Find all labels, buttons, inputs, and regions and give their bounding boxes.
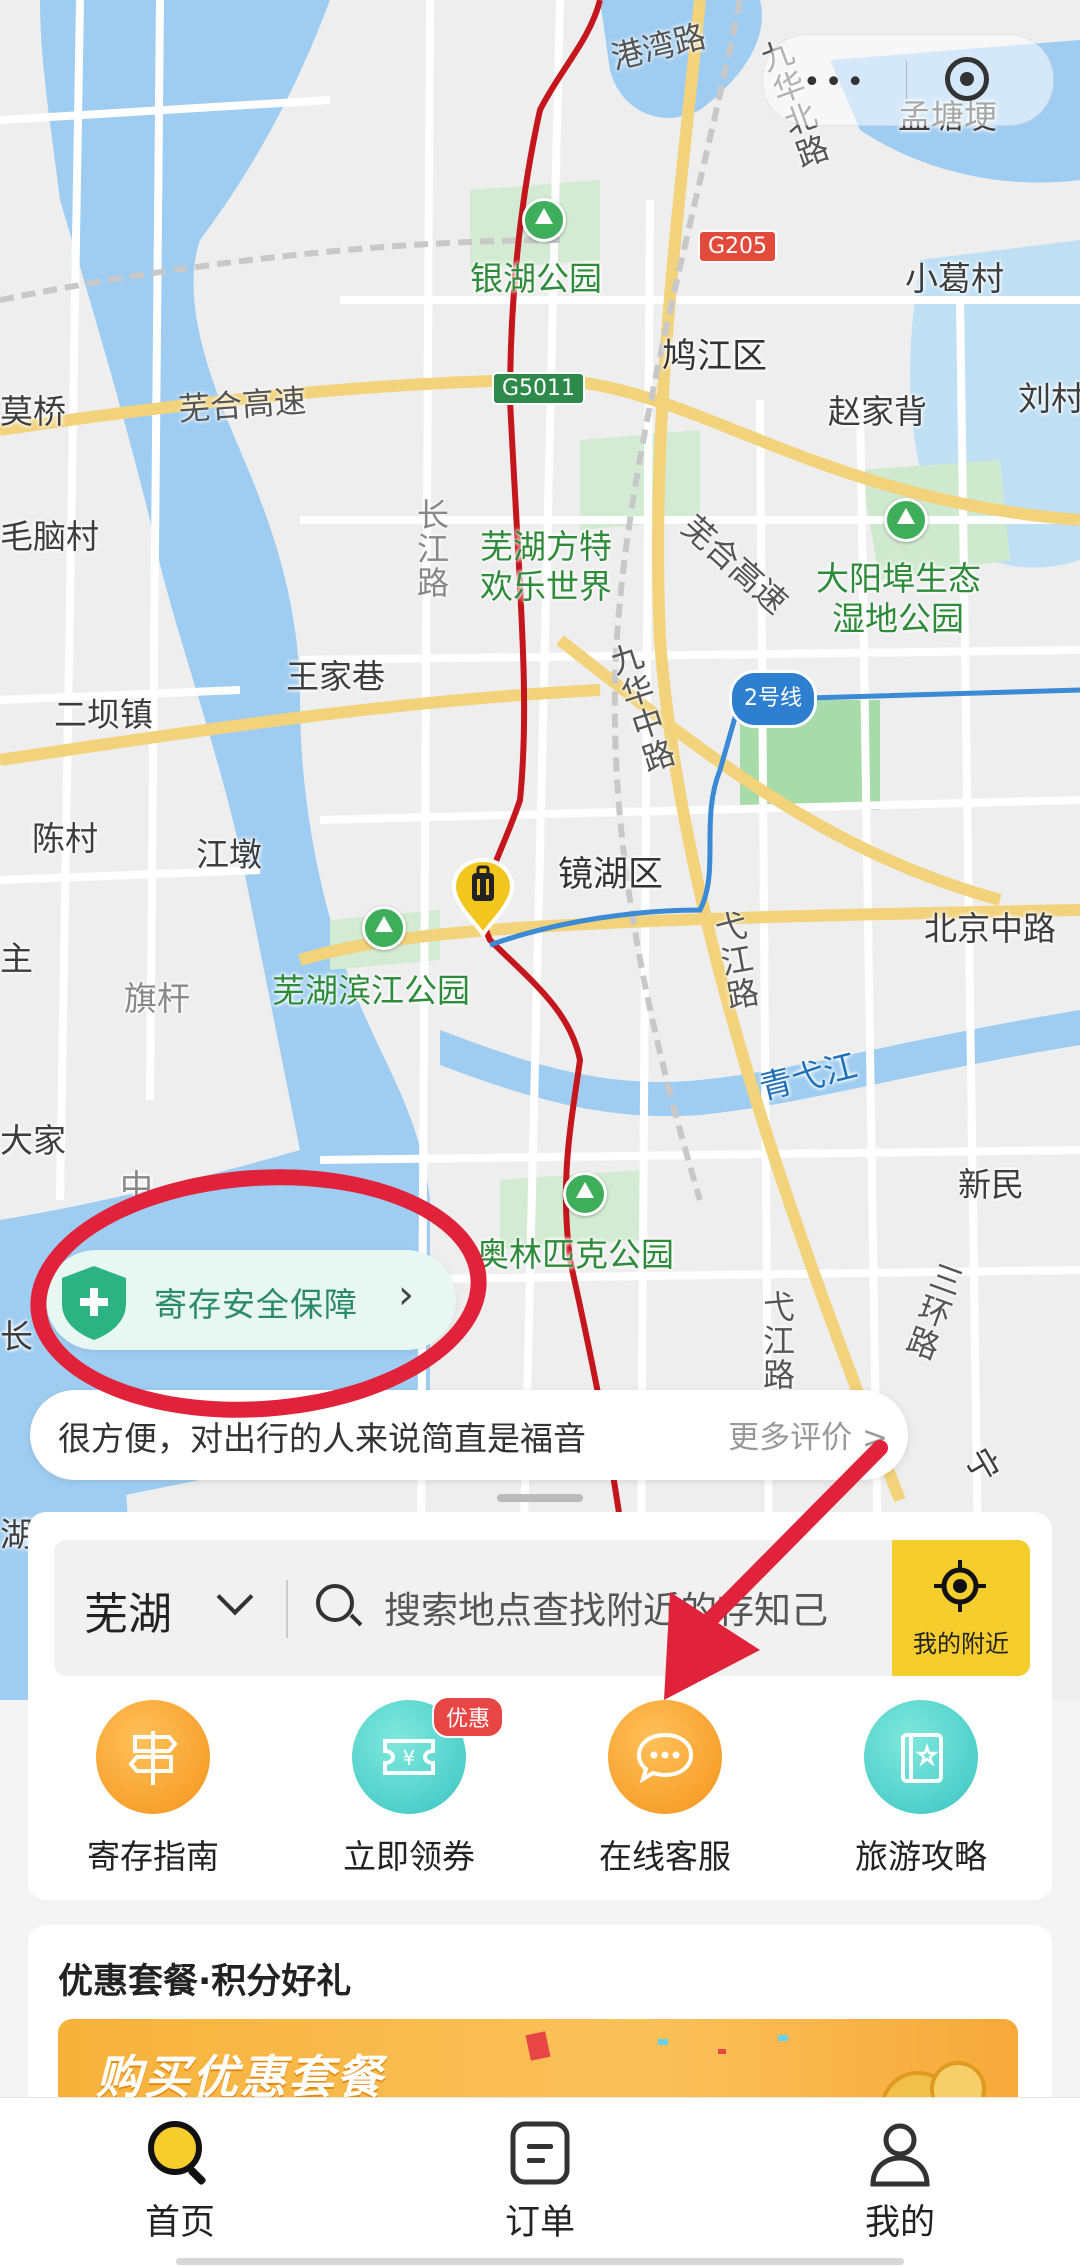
map-label: 银湖公园 [470,259,602,298]
map-label: 芜合高速 [176,381,308,429]
map-label: 弋江路 [758,1290,796,1392]
search-icon [316,1584,354,1622]
map-label: 王家巷 [286,657,385,696]
feature-label: 旅游攻略 [855,1837,987,1876]
svg-text:¥: ¥ [403,1746,416,1770]
map-label: 刘村 [1018,379,1080,418]
feature-online-service[interactable]: 在线客服 [560,1700,770,1880]
park-icon [522,198,566,242]
tab-profile[interactable]: 我的 [720,2098,1080,2266]
signpost-icon [128,1731,178,1785]
bottom-tab-bar: 首页 订单 我的 [0,2097,1080,2266]
map-label: 赵家背 [828,392,927,431]
map-label: 小葛村 [905,259,1004,298]
nearby-button[interactable]: 我的附近 [892,1540,1030,1676]
more-menu-icon[interactable]: ••• [803,65,868,100]
tab-label: 首页 [144,2203,215,2243]
review-text: 很方便，对出行的人来说简直是福音 [58,1419,586,1458]
feature-label: 寄存指南 [87,1837,219,1876]
map-label: 毛脑村 [0,517,99,556]
feature-travel-guide[interactable]: 旅游攻略 [816,1700,1026,1880]
map-label: 湿地公园 [832,599,964,638]
map-label: 芜湖滨江公园 [272,971,470,1010]
park-icon [563,1172,607,1216]
capsule-divider [906,61,907,99]
city-selector[interactable]: 芜湖 [84,1578,172,1642]
guidebook-icon [901,1733,943,1783]
feature-label: 立即领券 [343,1837,475,1876]
luggage-locker-pin-icon[interactable] [450,857,516,937]
feature-get-coupon[interactable]: ¥ 优惠 立即领券 [304,1696,514,1880]
feature-icon-bg [96,1700,210,1814]
chevron-down-icon[interactable] [216,1578,254,1616]
map-label: 莫桥 [0,392,66,431]
tab-home[interactable]: 首页 [0,2098,360,2266]
locate-icon [934,1560,986,1612]
discount-badge: 优惠 [432,1696,505,1738]
map-label: 长江路 [412,498,450,600]
search-panel: 芜湖 搜索地点查找附近的存知己 我的附近 寄存指南 ¥ 优惠 立即领券 在线客服… [28,1512,1052,1900]
nearby-label: 我的附近 [913,1630,1009,1658]
map-label: 二坝镇 [54,695,153,734]
feature-storage-guide[interactable]: 寄存指南 [48,1700,258,1880]
tab-orders[interactable]: 订单 [360,2098,720,2266]
feature-label: 在线客服 [599,1837,731,1876]
user-profile-icon [870,2123,930,2187]
map-label: 欢乐世界 [480,567,612,606]
more-reviews-link[interactable]: 更多评价 > [728,1412,888,1457]
highway-shield: G5011 [492,372,586,405]
map-label: 镜湖区 [558,855,664,895]
miniprogram-capsule: ••• [762,34,1054,126]
close-target-icon[interactable] [945,57,989,101]
promo-title: 优惠套餐·积分好礼 [58,1962,352,2002]
map-label: 江墩 [196,835,262,874]
feature-icon-bg [864,1700,978,1814]
metro-line-badge: 2号线 [729,670,817,728]
search-input[interactable]: 搜索地点查找附近的存知己 [384,1580,894,1634]
search-home-icon [148,2121,206,2185]
map-label: 大家 [0,1121,66,1160]
park-icon [884,498,928,542]
tab-label: 订单 [504,2203,575,2243]
map-label: 鸠江区 [662,337,768,377]
order-list-icon [510,2121,570,2185]
home-indicator [176,2258,904,2265]
tab-label: 我的 [864,2203,935,2243]
chat-bubble-icon [636,1732,694,1784]
search-bar: 芜湖 搜索地点查找附近的存知己 我的附近 [54,1540,1030,1676]
map-label: 陈村 [32,819,98,858]
park-icon [362,906,406,950]
sheet-drag-handle[interactable] [497,1494,583,1502]
search-divider [286,1580,288,1638]
map-label: 主 [0,939,33,978]
feature-icon-bg [608,1700,722,1814]
map-label: 长 [0,1317,33,1356]
map-label: 旗杆 [124,979,190,1018]
map-label: 奥林匹克公园 [476,1235,674,1274]
map-label: 新民 [958,1165,1024,1204]
highway-shield: G205 [698,230,778,263]
map-label: 北京中路 [924,909,1056,948]
coupon-icon: ¥ [383,1739,435,1775]
